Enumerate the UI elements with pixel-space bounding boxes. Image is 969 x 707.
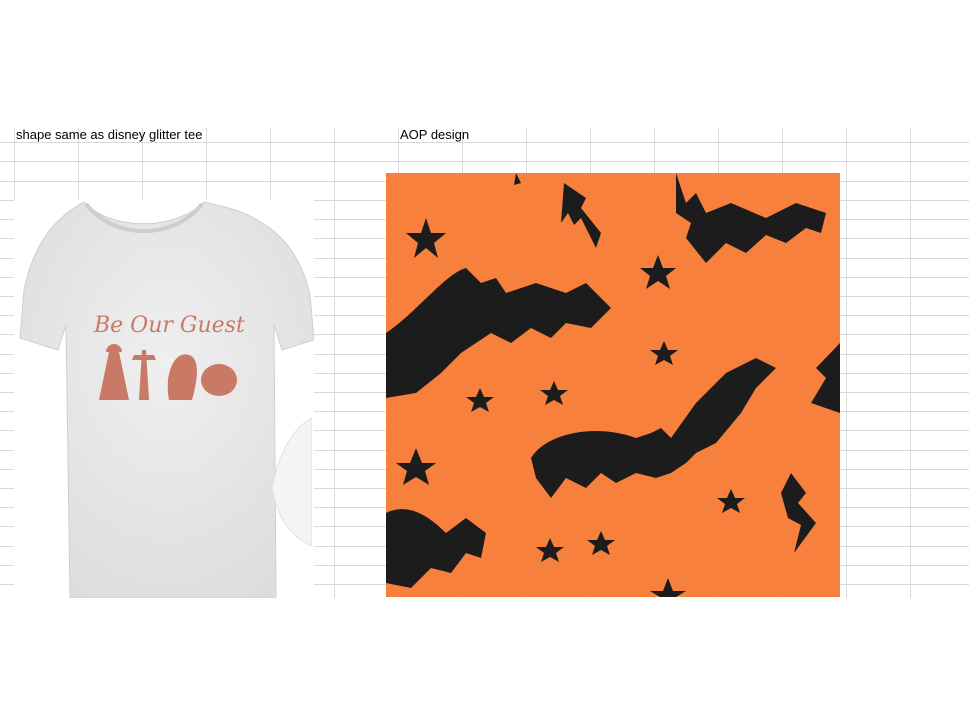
row-line (0, 142, 969, 143)
row-line (0, 161, 969, 162)
tshirt-illustration: Be Our Guest (19, 201, 314, 598)
aop-design-image[interactable] (386, 173, 840, 597)
partial-garment-image (271, 417, 313, 547)
column-line (334, 128, 335, 598)
aop-pattern (386, 173, 840, 597)
column-line (846, 128, 847, 598)
teapot-icon (201, 364, 237, 396)
tshirt-print-text: Be Our Guest (93, 313, 245, 338)
tshirt-body (19, 201, 314, 598)
column-line (910, 128, 911, 598)
cell-tee-note[interactable]: shape same as disney glitter tee (16, 128, 202, 142)
tshirt-image[interactable]: Be Our Guest (14, 200, 314, 598)
cell-aop-note[interactable]: AOP design (400, 128, 469, 142)
